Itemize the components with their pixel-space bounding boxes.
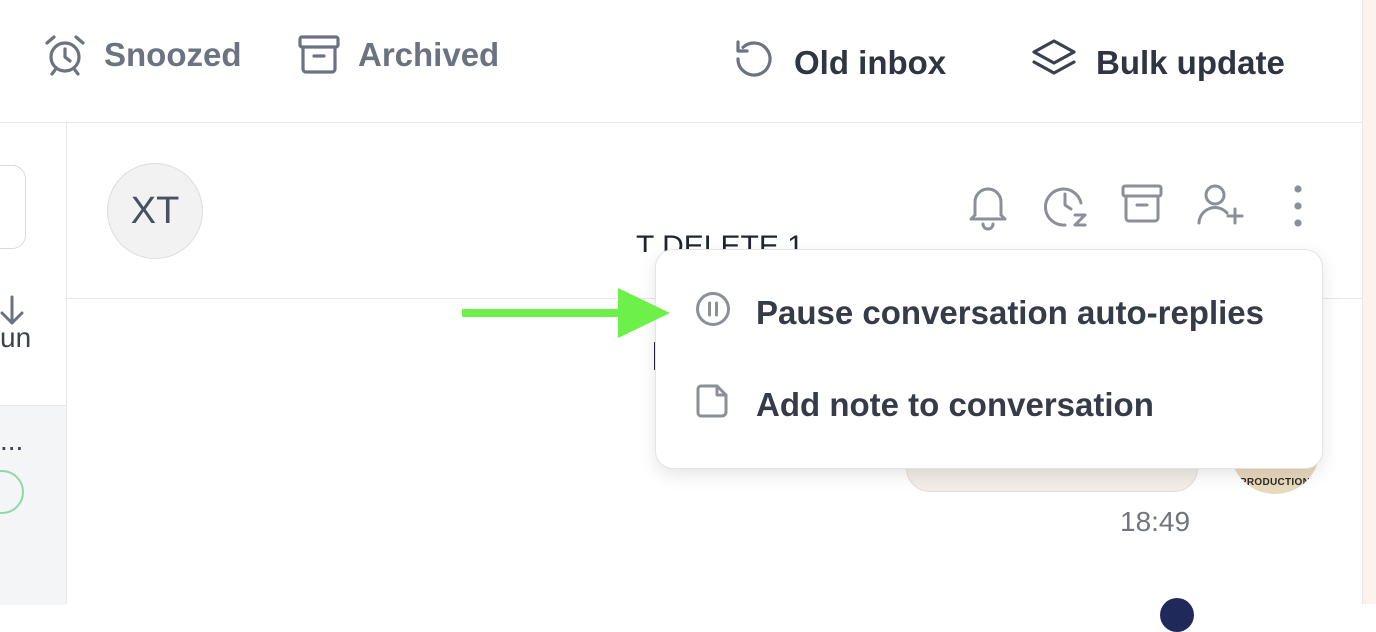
list-item-preview: un <box>0 322 32 353</box>
message-timestamp: 18:49 <box>1120 506 1191 537</box>
menu-item-pause-label: Pause conversation auto-replies <box>756 294 1265 331</box>
menu-item-add-note[interactable]: Add note to conversation <box>694 382 1154 428</box>
bell-icon[interactable] <box>965 181 1011 236</box>
tab-snoozed-label: Snoozed <box>104 36 242 73</box>
sender-avatar-label: PRODUCTION <box>1239 477 1311 488</box>
archive-box-icon <box>296 32 342 78</box>
conversation-options-menu: Pause conversation auto-replies Add note… <box>655 249 1323 469</box>
tab-archived[interactable]: Archived <box>296 32 499 78</box>
search-input[interactable] <box>0 165 26 249</box>
tab-archived-label: Archived <box>358 36 500 73</box>
message-avatar <box>1160 598 1194 632</box>
pause-circle-icon <box>694 290 732 336</box>
bulk-update-button[interactable]: Bulk update <box>1030 36 1285 90</box>
top-toolbar: Snoozed Archived Old inbox Bulk update <box>0 0 1362 123</box>
history-icon <box>730 36 776 90</box>
bulk-update-label: Bulk update <box>1096 44 1285 81</box>
more-vertical-icon[interactable] <box>1283 181 1313 234</box>
tab-snoozed[interactable]: Snoozed <box>42 32 242 78</box>
avatar[interactable]: XT <box>107 163 203 259</box>
snooze-clock-icon[interactable] <box>1041 181 1091 236</box>
conversation-title: T DELETE 1 <box>636 230 804 252</box>
conversation-list-panel <box>0 123 67 605</box>
menu-item-pause-auto-replies[interactable]: Pause conversation auto-replies <box>694 290 1264 336</box>
note-icon <box>694 382 732 428</box>
green-arrow-icon <box>462 286 672 345</box>
right-edge-panel <box>1362 0 1376 604</box>
add-user-icon[interactable] <box>1195 181 1245 234</box>
old-inbox-button[interactable]: Old inbox <box>730 36 946 90</box>
alarm-clock-icon <box>42 32 88 78</box>
menu-item-add-note-label: Add note to conversation <box>756 386 1154 423</box>
archive-icon[interactable] <box>1119 181 1165 232</box>
layers-icon <box>1030 36 1078 90</box>
old-inbox-label: Old inbox <box>794 44 947 81</box>
list-item-ellipsis: ... <box>0 425 24 456</box>
